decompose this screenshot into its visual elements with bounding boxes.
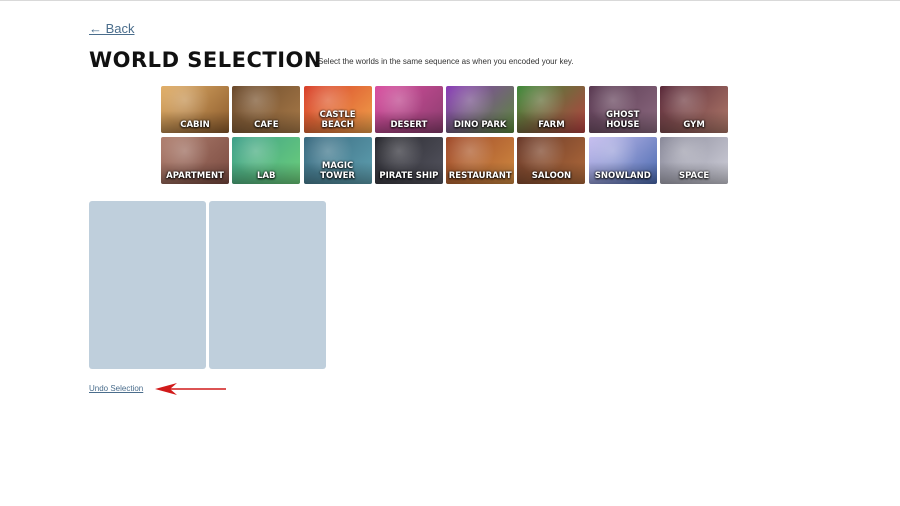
world-tile-gym[interactable]: GYM — [660, 86, 729, 133]
world-tile-space[interactable]: SPACE — [660, 137, 729, 184]
world-label: RESTAURANT — [448, 171, 512, 181]
world-tile-magic-tower[interactable]: MAGIC TOWER — [303, 137, 372, 184]
world-label: CAFE — [254, 120, 279, 130]
world-label: CABIN — [180, 120, 210, 130]
world-label: GYM — [683, 120, 705, 130]
world-label: DESERT — [390, 120, 428, 130]
world-tile-saloon[interactable]: SALOON — [517, 137, 586, 184]
world-label: CASTLE BEACH — [319, 110, 356, 130]
red-arrow-annotation — [155, 383, 226, 395]
world-tile-pirate-ship[interactable]: PIRATE SHIP — [374, 137, 443, 184]
world-label: APARTMENT — [166, 171, 224, 181]
undo-selection-link[interactable]: Undo Selection — [89, 384, 143, 393]
selection-slots — [89, 201, 326, 369]
world-tile-snowland[interactable]: SNOWLAND — [588, 137, 657, 184]
selection-slot — [89, 201, 206, 369]
world-tile-farm[interactable]: FARM — [517, 86, 586, 133]
world-label: SALOON — [531, 171, 572, 181]
world-label: GHOST HOUSE — [606, 110, 640, 130]
world-tile-castle-beach[interactable]: CASTLE BEACH — [303, 86, 372, 133]
world-label: DINO PARK — [453, 120, 507, 130]
world-tile-lab[interactable]: LAB — [232, 137, 301, 184]
world-tile-desert[interactable]: DESERT — [374, 86, 443, 133]
world-tile-apartment[interactable]: APARTMENT — [161, 137, 229, 184]
world-label: MAGIC TOWER — [320, 161, 355, 181]
back-link[interactable]: ← Back — [89, 21, 135, 36]
instructions-text: Select the worlds in the same sequence a… — [318, 57, 574, 66]
world-label: LAB — [257, 171, 276, 181]
world-label: PIRATE SHIP — [379, 171, 439, 181]
world-tile-restaurant[interactable]: RESTAURANT — [446, 137, 515, 184]
world-label: SNOWLAND — [594, 171, 651, 181]
page-title: WORLD SELECTION — [89, 48, 322, 72]
world-label: FARM — [538, 120, 565, 130]
world-tile-ghost-house[interactable]: GHOST HOUSE — [588, 86, 657, 133]
top-divider — [0, 0, 900, 1]
world-tile-dino-park[interactable]: DINO PARK — [446, 86, 515, 133]
world-label: SPACE — [678, 171, 710, 181]
world-tile-cafe[interactable]: CAFE — [232, 86, 301, 133]
selection-slot — [209, 201, 326, 369]
world-tile-cabin[interactable]: CABIN — [161, 86, 229, 133]
world-grid: CABIN CAFE CASTLE BEACH DESERT DINO PARK FARM… — [161, 86, 730, 184]
